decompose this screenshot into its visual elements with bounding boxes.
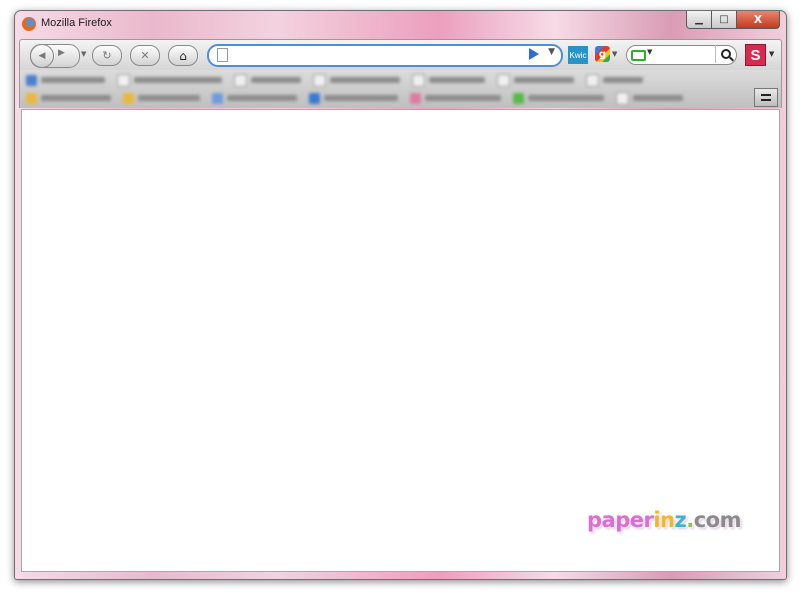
- search-box[interactable]: ▼: [626, 45, 737, 65]
- search-engine-dropdown-icon[interactable]: ▼: [647, 48, 652, 56]
- url-bar[interactable]: ▼: [207, 44, 563, 67]
- bookmarks-toolbar: [19, 70, 782, 108]
- bookmark-item[interactable]: [586, 73, 643, 87]
- browser-window: Mozilla Firefox ▁ □ X ◀ ▶ ▼ ↻ ✕ ⌂ ▼ Kwic…: [14, 10, 787, 580]
- bookmark-item[interactable]: [412, 73, 485, 87]
- window-controls: ▁ □ X: [686, 11, 780, 30]
- go-arrow-icon[interactable]: [529, 48, 539, 60]
- window-title: Mozilla Firefox: [41, 17, 112, 29]
- s-addon-button[interactable]: S: [745, 44, 766, 66]
- home-button[interactable]: ⌂: [168, 45, 198, 66]
- stop-button[interactable]: ✕: [130, 45, 160, 66]
- history-dropdown-icon[interactable]: ▼: [81, 50, 86, 58]
- firefox-icon: [22, 17, 36, 31]
- url-input[interactable]: [233, 47, 507, 64]
- search-icon[interactable]: [715, 45, 736, 63]
- search-input[interactable]: [659, 48, 719, 64]
- bookmarks-overflow-button[interactable]: [754, 88, 778, 107]
- google-toolbar-icon[interactable]: g: [595, 46, 610, 62]
- forward-button[interactable]: ▶: [58, 48, 65, 58]
- kwic-addon-button[interactable]: Kwic: [568, 46, 588, 64]
- bookmark-item[interactable]: [212, 92, 297, 104]
- bookmark-item[interactable]: [513, 92, 604, 104]
- menu-icon: [761, 94, 771, 101]
- close-button[interactable]: X: [737, 11, 780, 29]
- maximize-button[interactable]: □: [712, 11, 737, 29]
- title-bar[interactable]: Mozilla Firefox ▁ □ X: [15, 11, 786, 37]
- bookmark-item[interactable]: [234, 73, 301, 87]
- reload-button[interactable]: ↻: [92, 45, 122, 66]
- bookmark-item[interactable]: [309, 92, 398, 104]
- watermark-logo: paperinz.com: [587, 508, 741, 532]
- bookmark-item[interactable]: [123, 92, 200, 104]
- search-engine-icon[interactable]: [631, 50, 646, 61]
- bookmark-item[interactable]: [26, 92, 111, 104]
- page-content[interactable]: paperinz.com: [21, 109, 780, 572]
- navigation-toolbar: ◀ ▶ ▼ ↻ ✕ ⌂ ▼ Kwic g ▼ ▼ S ▼: [19, 39, 782, 71]
- bookmark-item[interactable]: [117, 73, 222, 87]
- bookmark-item[interactable]: [313, 73, 400, 87]
- back-forward-group: ◀ ▶: [30, 44, 80, 68]
- page-icon: [217, 48, 228, 62]
- bookmark-item[interactable]: [616, 91, 683, 105]
- s-addon-dropdown-icon[interactable]: ▼: [769, 50, 774, 58]
- bookmark-item[interactable]: [410, 92, 501, 104]
- bookmark-item[interactable]: [497, 73, 574, 87]
- bookmark-item[interactable]: [26, 74, 105, 86]
- bookmarks-row: [26, 72, 751, 88]
- bookmarks-row: [26, 90, 751, 106]
- google-dropdown-icon[interactable]: ▼: [612, 50, 617, 58]
- back-button[interactable]: ◀: [30, 44, 54, 68]
- minimize-button[interactable]: ▁: [686, 11, 712, 29]
- url-dropdown-icon[interactable]: ▼: [548, 47, 555, 57]
